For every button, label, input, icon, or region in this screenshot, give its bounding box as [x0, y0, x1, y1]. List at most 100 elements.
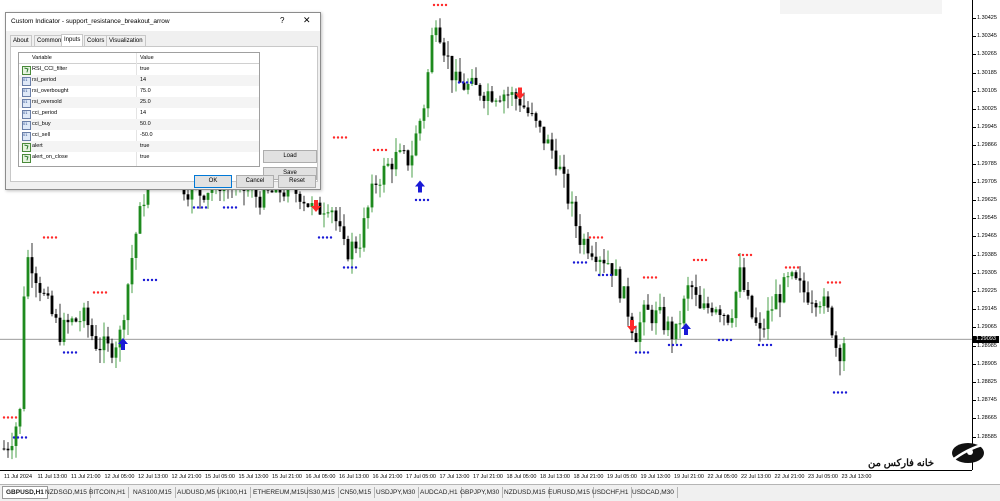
resistance-dot: [788, 266, 792, 269]
resistance-dot: [436, 3, 440, 7]
candle-body: [538, 120, 542, 127]
time-label: 19 Jul 13:00: [640, 474, 671, 480]
symbol-tab[interactable]: NZDSGD,M15: [42, 487, 91, 498]
candle-body: [558, 166, 562, 170]
help-icon[interactable]: ?: [280, 16, 284, 25]
candle-body: [774, 294, 778, 310]
candle-body: [478, 84, 482, 96]
parameter-row[interactable]: rsi_period 14: [19, 75, 259, 86]
resistance-dots: [826, 281, 842, 284]
candle-body: [746, 289, 750, 296]
candle-body: [686, 285, 690, 299]
candle-body: [398, 150, 402, 152]
parameter-value[interactable]: -50.0: [140, 132, 153, 138]
logo-icon: [949, 442, 987, 463]
candle-body: [114, 347, 118, 358]
dialog-tab-about[interactable]: About: [10, 35, 32, 46]
price-label: 1.29866: [977, 142, 997, 149]
candle-body: [206, 192, 210, 200]
support-dots: [317, 236, 333, 239]
symbol-tab[interactable]: GBPJPY,M30: [457, 487, 504, 498]
parameter-value[interactable]: 50.0: [140, 121, 151, 127]
support-dot: [675, 343, 679, 347]
symbol-tab[interactable]: AUDCAD,H1: [417, 487, 462, 498]
watermark-logo: خانه فارکس من: [868, 440, 998, 474]
candle-body: [78, 321, 82, 323]
support-dot: [609, 273, 613, 277]
candle-body: [450, 55, 454, 81]
symbol-tab[interactable]: USDJPY,M30: [373, 487, 420, 498]
parameter-row[interactable]: cci_period 14: [19, 108, 259, 119]
time-axis[interactable]: 11 Jul 2024 11 Jul 13:00 11 Jul 21:00 12 Ju…: [0, 470, 972, 485]
symbol-tab[interactable]: ETHEREUM,M15: [250, 487, 308, 498]
symbol-tab[interactable]: UK100,H1: [214, 487, 251, 498]
dialog-titlebar[interactable]: Custom Indicator - support_resistance_br…: [6, 13, 320, 31]
symbol-tab[interactable]: USDCAD,M30: [629, 487, 678, 498]
parameter-value[interactable]: 14: [140, 77, 146, 83]
parameter-name: alert_on_close: [32, 154, 68, 160]
time-label: 18 Jul 05:00: [506, 474, 537, 480]
ok-button[interactable]: OK: [194, 175, 232, 188]
support-dot: [601, 273, 605, 277]
candle-body: [46, 293, 50, 296]
candle-body: [598, 259, 602, 262]
parameter-row[interactable]: alert_on_close true: [19, 152, 259, 163]
symbol-tab[interactable]: NAS100,M15: [130, 487, 176, 498]
time-label: 23 Jul 13:00: [841, 474, 872, 480]
candle-body: [830, 307, 834, 336]
candle-body: [670, 321, 674, 340]
support-dot: [70, 351, 74, 354]
price-axis[interactable]: 1.30425 1.30345 1.30265 1.30185 1.30105 1.300…: [972, 0, 1000, 470]
price-tick: [973, 236, 976, 238]
candle-body: [726, 315, 730, 323]
parameter-name: rsi_oversold: [32, 99, 62, 105]
parameter-row[interactable]: rsi_overbought 75.0: [19, 86, 259, 97]
boolean-param-icon: [22, 154, 31, 163]
candle-body: [110, 343, 114, 358]
candle-body: [646, 304, 650, 310]
dialog-tab-inputs[interactable]: Inputs: [61, 34, 84, 46]
symbol-tab[interactable]: EURUSD,M15: [545, 487, 594, 498]
candle-body: [74, 318, 78, 322]
candle-body: [98, 348, 102, 351]
candle-body: [542, 126, 546, 144]
candle-body: [302, 201, 306, 204]
symbol-tab[interactable]: USDCHF,H1: [589, 487, 633, 498]
resistance-dot: [834, 281, 838, 284]
resistance-dot: [600, 236, 604, 239]
price-label: 1.29785: [977, 160, 997, 167]
symbol-tab[interactable]: AUDUSD,M5: [174, 487, 220, 498]
parameter-value[interactable]: true: [140, 143, 149, 149]
candle-body: [770, 309, 774, 311]
load-button[interactable]: Load: [263, 150, 317, 163]
symbol-tab[interactable]: BITCOIN,H1: [86, 487, 130, 498]
candle-body: [602, 259, 606, 264]
parameter-row[interactable]: RSI_CCI_filter true: [19, 64, 259, 75]
resistance-dot: [96, 291, 100, 294]
symbol-tab[interactable]: CN50,M15: [337, 487, 376, 498]
symbol-tab[interactable]: NZDUSD,M15: [501, 487, 550, 498]
parameter-value[interactable]: 25.0: [140, 99, 151, 105]
close-icon[interactable]: ✕: [303, 15, 311, 26]
support-dot: [317, 236, 321, 239]
dialog-tab-visualization[interactable]: Visualization: [106, 35, 146, 46]
candle-body: [494, 100, 498, 102]
parameter-row[interactable]: cci_sell -50.0: [19, 130, 259, 141]
parameter-value[interactable]: true: [140, 154, 149, 160]
dialog-tab-common[interactable]: Common: [34, 35, 65, 46]
support-dot: [844, 391, 848, 394]
parameter-row[interactable]: cci_buy 50.0: [19, 119, 259, 130]
parameter-value[interactable]: 14: [140, 110, 146, 116]
cancel-button[interactable]: Cancel: [236, 175, 274, 188]
parameter-value[interactable]: true: [140, 66, 149, 72]
custom-indicator-dialog: Custom Indicator - support_resistance_br…: [5, 12, 321, 190]
dialog-tab-colors[interactable]: Colors: [84, 35, 108, 46]
parameter-row[interactable]: rsi_oversold 25.0: [19, 97, 259, 108]
reset-button[interactable]: Reset: [278, 175, 316, 188]
support-dot: [584, 261, 588, 264]
parameter-row[interactable]: alert true: [19, 141, 259, 152]
support-dot: [414, 198, 418, 202]
parameter-value[interactable]: 75.0: [140, 88, 151, 94]
symbol-tab[interactable]: US30,M15: [301, 487, 339, 498]
time-label: 11 Jul 2024: [4, 474, 33, 480]
